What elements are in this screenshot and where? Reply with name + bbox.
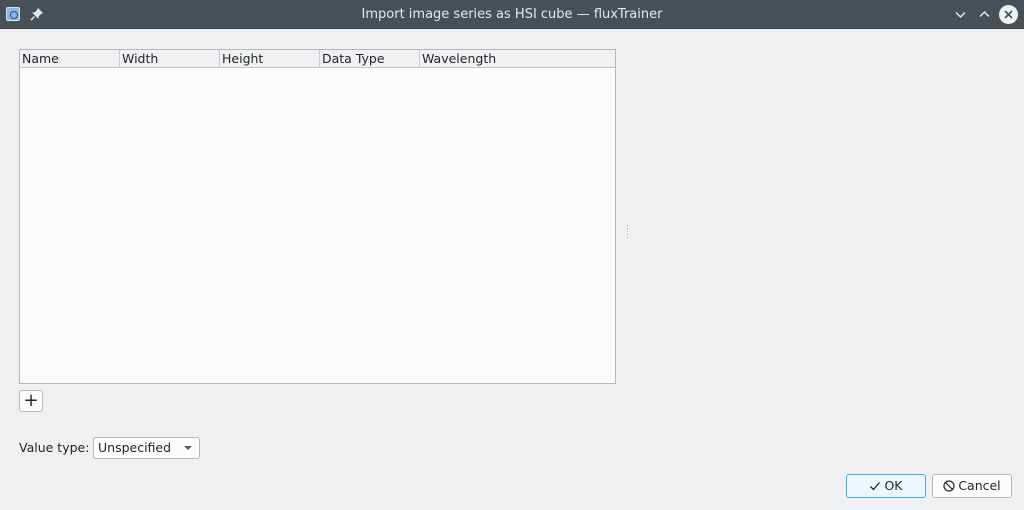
window-title: Import image series as HSI cube — fluxTr… — [361, 7, 663, 22]
add-image-button[interactable]: + — [19, 390, 43, 412]
column-header-data-type[interactable]: Data Type — [320, 50, 420, 68]
chevron-down-icon — [184, 446, 192, 450]
ok-button-label: OK — [884, 478, 903, 493]
close-icon[interactable] — [999, 5, 1018, 24]
column-header-wavelength[interactable]: Wavelength — [420, 50, 615, 68]
minimize-icon[interactable] — [951, 5, 970, 24]
value-type-select[interactable]: Unspecified — [93, 437, 200, 459]
column-header-width[interactable]: Width — [120, 50, 220, 68]
title-bar: Import image series as HSI cube — fluxTr… — [0, 0, 1024, 29]
splitter-handle[interactable] — [627, 225, 629, 241]
column-header-name[interactable]: Name — [20, 50, 120, 68]
cancel-icon — [943, 480, 955, 492]
check-icon — [870, 482, 881, 491]
table-header: Name Width Height Data Type Wavelength — [20, 50, 615, 68]
value-type-selected: Unspecified — [98, 440, 172, 455]
image-series-table[interactable]: Name Width Height Data Type Wavelength — [19, 49, 616, 384]
cancel-button[interactable]: Cancel — [932, 474, 1012, 498]
column-header-height[interactable]: Height — [220, 50, 320, 68]
value-type-label: Value type: — [19, 440, 90, 455]
maximize-icon[interactable] — [975, 5, 994, 24]
cancel-button-label: Cancel — [958, 478, 1001, 493]
ok-button[interactable]: OK — [846, 474, 926, 498]
